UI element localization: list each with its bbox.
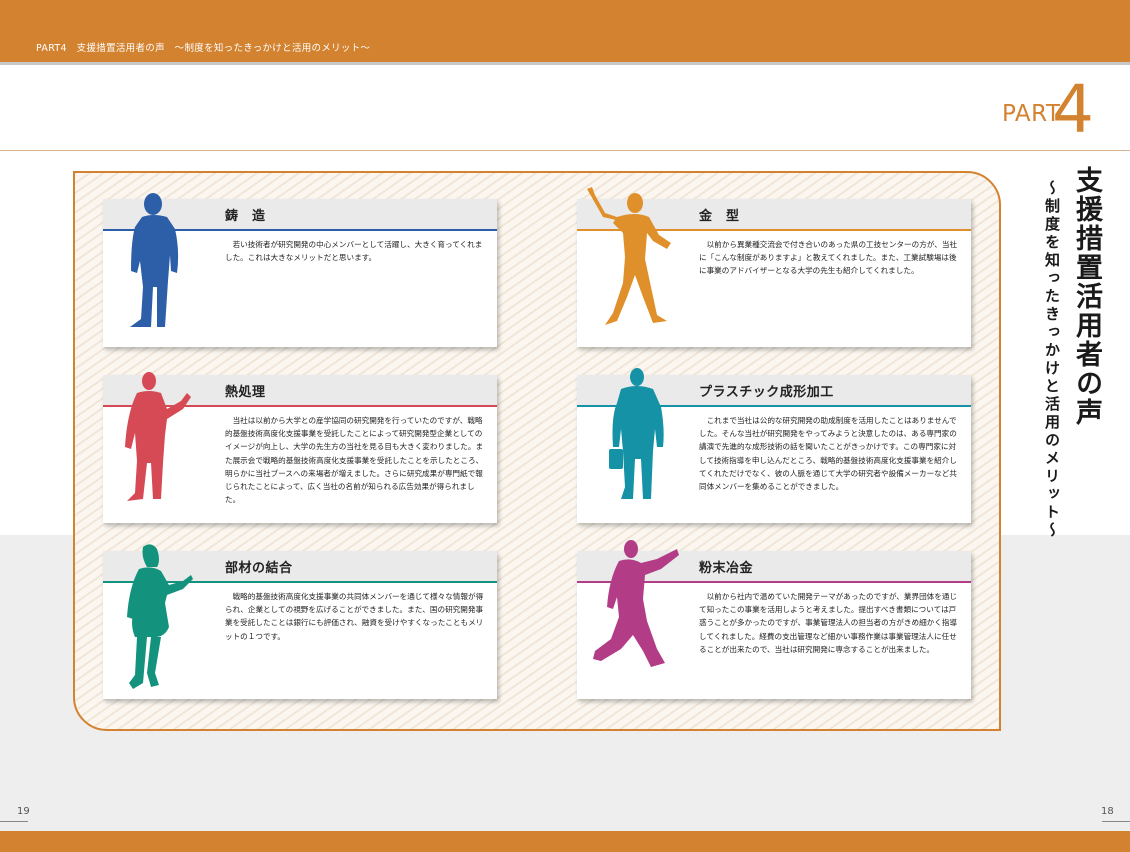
walking-pointing-man-magenta-icon <box>591 539 691 679</box>
testimonial-card-mold: 金 型 以前から異業種交流会で付き合いのあった県の工技センターの方が、当社に「こ… <box>577 187 971 347</box>
page-number-left: 19 <box>17 806 30 817</box>
page-number-rule-left <box>0 821 28 822</box>
woman-green-icon <box>125 543 195 693</box>
card-text: これまで当社は公的な研究開発の助成制度を活用したことはありませんでした。そんな当… <box>699 416 957 492</box>
card-title: プラスチック成形加工 <box>699 385 834 400</box>
card-title: 熱処理 <box>225 385 266 400</box>
card-text: 以前から異業種交流会で付き合いのあった県の工技センターの方が、当社に「こんな制度… <box>699 240 958 276</box>
testimonial-card-heat-treatment: 熱処理 当社は以前から大学との産学協同の研究開発を行っていたのですが、戦略的基盤… <box>103 372 497 523</box>
card-title: 金 型 <box>699 209 740 224</box>
header-shadow <box>0 62 1130 65</box>
testimonial-card-powder-metallurgy: 粉末冶金 以前から社内で温めていた開発テーマがあったのですが、業界団体を通じて知… <box>577 540 971 699</box>
page-title: 支援措置活用者の声 <box>1071 166 1102 427</box>
card-title: 鋳 造 <box>225 209 266 224</box>
presenting-man-red-icon <box>121 371 193 503</box>
testimonial-card-plastic-molding: プラスチック成形加工 これまで当社は公的な研究開発の助成制度を活用したことはあり… <box>577 368 971 523</box>
page-subtitle: ～制度を知ったきっかけと活用のメリット～ <box>1043 180 1061 540</box>
footer-bar <box>0 831 1130 852</box>
testimonial-card-joining: 部材の結合 戦略的基盤技術高度化支援事業の共同体メンバーを通じて様々な情報が得ら… <box>103 544 497 699</box>
card-title: 部材の結合 <box>225 561 293 576</box>
waving-man-orange-icon <box>583 187 679 329</box>
card-text: 以前から社内で温めていた開発テーマがあったのですが、業界団体を通じて知ったこの事… <box>699 592 958 654</box>
page-number-rule-right <box>1102 821 1130 822</box>
header-divider <box>0 150 1130 151</box>
page-number-right: 18 <box>1101 806 1114 817</box>
card-text: 戦略的基盤技術高度化支援事業の共同体メンバーを通じて様々な情報が得られ、企業とし… <box>225 592 484 641</box>
card-text: 当社は以前から大学との産学協同の研究開発を行っていたのですが、戦略的基盤技術高度… <box>225 416 484 505</box>
standing-man-blue-icon <box>125 191 185 329</box>
breadcrumb: PART4 支援措置活用者の声 ～制度を知ったきっかけと活用のメリット～ <box>36 43 371 54</box>
testimonial-card-casting: 鋳 造 若い技術者が研究開発の中心メンバーとして活躍し、大きく育ってくれました。… <box>103 193 497 347</box>
card-text: 若い技術者が研究開発の中心メンバーとして活躍し、大きく育ってくれました。これは大… <box>225 240 483 263</box>
part-number: 4 <box>1052 71 1094 148</box>
card-title: 粉末冶金 <box>699 561 754 576</box>
businessman-teal-icon <box>607 367 667 503</box>
